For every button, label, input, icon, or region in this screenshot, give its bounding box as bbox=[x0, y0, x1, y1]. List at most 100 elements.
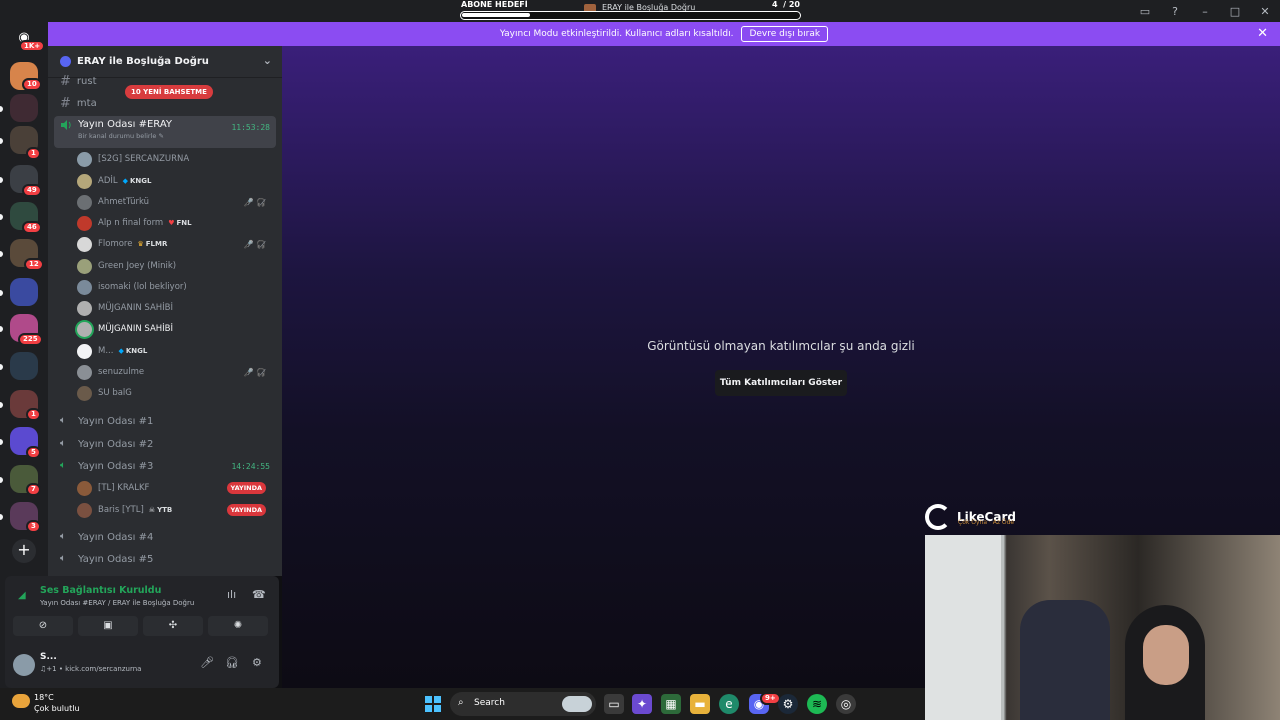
current-user-name[interactable]: S... bbox=[40, 652, 57, 662]
server-badge: 1 bbox=[26, 147, 41, 160]
server-badge: 1 bbox=[26, 408, 41, 421]
voice-status[interactable]: Ses Bağlantısı Kuruldu bbox=[40, 585, 161, 596]
spotify-icon[interactable]: ≋ bbox=[807, 694, 827, 714]
channel-status[interactable]: Bir kanal durumu belirle ✎ bbox=[78, 132, 172, 140]
store-icon[interactable]: ▦ bbox=[661, 694, 681, 714]
voice-channel-3[interactable]: 🔈︎ Yayın Odası #3 14:24:55 bbox=[54, 456, 276, 476]
guild-name: ERAY ile Boşluğa Doğru bbox=[77, 56, 209, 67]
unread-pill bbox=[0, 439, 3, 445]
voice-user[interactable]: AhmetTürkü 🎤̸ 🎧̸ bbox=[77, 192, 272, 212]
inbox-icon[interactable]: ▭ bbox=[1130, 5, 1160, 18]
headphones-icon[interactable]: 🎧︎ bbox=[225, 656, 239, 669]
unread-pill bbox=[0, 477, 3, 483]
avatar[interactable] bbox=[13, 654, 35, 676]
activities-button[interactable]: ✣ bbox=[143, 616, 203, 636]
edge-icon[interactable]: e bbox=[719, 694, 739, 714]
unread-pill bbox=[0, 514, 3, 520]
voice-user[interactable]: Alp n final form ♥ FNL bbox=[77, 213, 272, 233]
voice-channel-5[interactable]: 🔈︎ Yayın Odası #5 bbox=[54, 549, 153, 569]
app-icon[interactable]: ◎ bbox=[836, 694, 856, 714]
minimize-icon[interactable]: – bbox=[1190, 5, 1220, 18]
current-user-status: ♫+1 • kick.com/sercanzurna bbox=[40, 665, 142, 673]
noise-suppression-icon[interactable]: ılı bbox=[227, 588, 236, 601]
voice-channel-eray[interactable]: Yayın Odası #ERAY Bir kanal durumu belir… bbox=[54, 116, 276, 148]
help-icon[interactable]: ? bbox=[1160, 5, 1190, 18]
sponsor-logo: LikeCard Çok Oyna · Az Öde bbox=[925, 502, 1016, 532]
soundboard-button[interactable]: ✺ bbox=[208, 616, 268, 636]
speaker-icon: 🔈︎ bbox=[60, 553, 66, 564]
taskbar-search[interactable]: ⌕ Search bbox=[450, 692, 596, 716]
banner-text: Yayıncı Modu etkinleştirildi. Kullanıcı … bbox=[499, 29, 734, 39]
avatar bbox=[77, 215, 92, 231]
voice-user[interactable]: Green Joey (Minik) bbox=[77, 256, 272, 276]
avatar bbox=[77, 258, 92, 274]
task-view-icon[interactable]: ▭ bbox=[604, 694, 624, 714]
voice-user[interactable]: SU balG bbox=[77, 383, 272, 403]
webcam-chair bbox=[1020, 600, 1110, 720]
channel-mta[interactable]: # mta bbox=[54, 93, 97, 113]
speaker-icon: 🔈︎ bbox=[60, 531, 66, 542]
close-banner-icon[interactable]: ✕ bbox=[1257, 26, 1268, 41]
title-bar: ABONE HEDEFİ ERAY ile Boşluğa Doğru 4 / … bbox=[0, 0, 1280, 22]
avatar bbox=[77, 385, 92, 401]
copilot-icon[interactable]: ✦ bbox=[632, 694, 652, 714]
avatar bbox=[77, 194, 92, 210]
disconnect-icon[interactable]: ☎ bbox=[252, 588, 266, 601]
server-badge: 5 bbox=[26, 446, 41, 459]
settings-gear-icon[interactable]: ⚙ bbox=[252, 656, 262, 669]
maximize-icon[interactable]: □ bbox=[1220, 5, 1250, 18]
voice-channel-2[interactable]: 🔈︎ Yayın Odası #2 bbox=[54, 434, 153, 454]
streamer-mode-banner: Yayıncı Modu etkinleştirildi. Kullanıcı … bbox=[48, 22, 1280, 46]
weather-temperature[interactable]: 18°C bbox=[34, 693, 54, 702]
voice-user[interactable]: senuzulme 🎤̸ 🎧̸ bbox=[77, 362, 272, 382]
show-all-participants-button[interactable]: Tüm Katılımcıları Göster bbox=[715, 370, 847, 396]
disable-streamer-mode-button[interactable]: Devre dışı bırak bbox=[741, 26, 829, 42]
webcam-background bbox=[925, 535, 1003, 720]
voice-user[interactable]: isomaki (lol bekliyor) bbox=[77, 277, 272, 297]
server-folder-4[interactable] bbox=[10, 278, 38, 306]
chevron-down-icon[interactable]: ⌄ bbox=[263, 54, 272, 67]
voice-user[interactable]: ADİL ◆ KNGL bbox=[77, 171, 272, 191]
server-folder-6[interactable] bbox=[10, 352, 38, 380]
close-window-icon[interactable]: ✕ bbox=[1250, 5, 1280, 18]
voice-user-speaking[interactable]: MÜJGANIN SAHİBİ bbox=[77, 319, 272, 339]
unread-pill bbox=[0, 251, 3, 257]
signal-icon[interactable]: ◢ bbox=[18, 590, 26, 601]
server-badge: 3 bbox=[26, 520, 41, 533]
screen-share-button[interactable]: ▣ bbox=[78, 616, 138, 636]
search-icon: ⌕ bbox=[458, 697, 464, 708]
webcam-feed bbox=[925, 535, 1280, 720]
voice-user[interactable]: M... ◆ KNGL bbox=[77, 341, 272, 361]
voice-channel-1[interactable]: 🔈︎ Yayın Odası #1 bbox=[54, 411, 153, 431]
windows-taskbar: 18°C Çok bulutlu ⌕ Search ▭ ✦ ▦ ▬ e ◉ 9+… bbox=[0, 688, 925, 720]
avatar bbox=[77, 480, 92, 496]
voice-user[interactable]: Flomore ♛ FLMR 🎤̸ 🎧̸ bbox=[77, 234, 272, 254]
speaker-icon: 🔈︎ bbox=[60, 438, 66, 449]
voice-user[interactable]: [S2G] SERCANZURNA bbox=[77, 149, 272, 169]
file-explorer-icon[interactable]: ▬ bbox=[690, 694, 710, 714]
windows-start-icon[interactable] bbox=[425, 696, 441, 712]
camera-off-button[interactable]: ⊘ bbox=[13, 616, 73, 636]
likecard-logo-icon bbox=[925, 504, 951, 530]
server-badge: 225 bbox=[18, 333, 43, 346]
live-badge: YAYINDA bbox=[226, 482, 266, 494]
subgoal-count: 4 / 20 bbox=[772, 0, 800, 9]
subgoal-progress-bar bbox=[460, 11, 801, 20]
microphone-icon[interactable]: 🎤︎ bbox=[200, 656, 214, 669]
server-icon-2[interactable] bbox=[10, 94, 38, 122]
new-mentions-pill[interactable]: 10 YENİ BAHSETME bbox=[125, 85, 213, 99]
voice-user[interactable]: [TL] KRALKF YAYINDA bbox=[77, 478, 272, 498]
server-badge: 10 bbox=[22, 78, 42, 91]
voice-user[interactable]: MÜJGANIN SAHİBİ bbox=[77, 298, 272, 318]
voice-channel-path[interactable]: Yayın Odası #ERAY / ERAY ile Boşluğa Doğ… bbox=[40, 599, 194, 607]
avatar bbox=[77, 236, 92, 252]
server-badge: 46 bbox=[22, 221, 42, 234]
weather-icon[interactable] bbox=[12, 694, 30, 708]
steam-icon[interactable]: ⚙ bbox=[778, 694, 798, 714]
weather-description[interactable]: Çok bulutlu bbox=[34, 704, 80, 713]
voice-user[interactable]: Baris [YTL] ☠ YTB YAYINDA bbox=[77, 500, 272, 520]
voice-channel-4[interactable]: 🔈︎ Yayın Odası #4 bbox=[54, 527, 153, 547]
search-highlight-image bbox=[562, 696, 592, 712]
channel-rust[interactable]: # rust bbox=[54, 71, 97, 91]
add-server-icon[interactable]: + bbox=[12, 539, 36, 563]
